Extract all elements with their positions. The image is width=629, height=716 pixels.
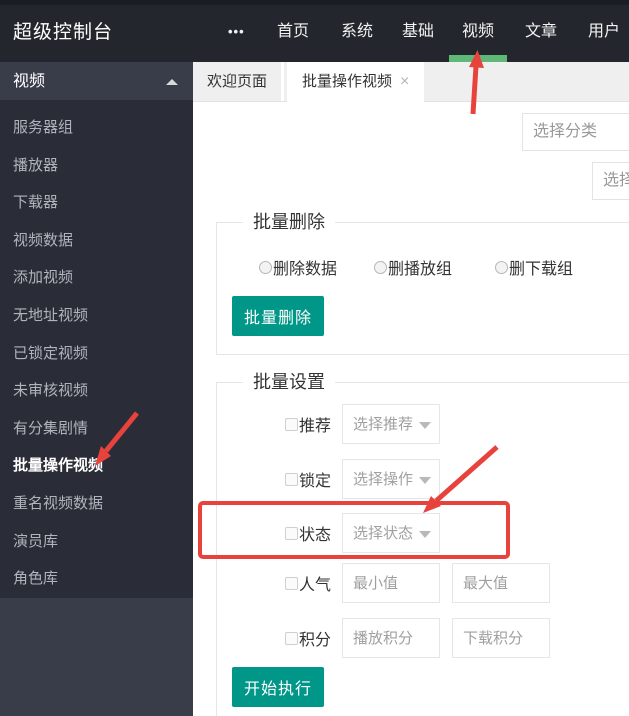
topnav-item-video[interactable]: 视频 xyxy=(462,0,494,62)
sidebar-submenu: 服务器组 播放器 下载器 视频数据 添加视频 无地址视频 已锁定视频 未审核视频… xyxy=(0,100,193,598)
caret-up-icon xyxy=(166,79,178,85)
sidebar-item-player[interactable]: 播放器 xyxy=(0,147,193,185)
download-points-input[interactable] xyxy=(452,618,550,658)
batch-delete-title: 批量删除 xyxy=(243,211,335,233)
batch-delete-button[interactable]: 批量删除 xyxy=(232,296,324,336)
sidebar-item-add-video[interactable]: 添加视频 xyxy=(0,259,193,297)
secondary-select-input[interactable] xyxy=(592,162,629,200)
radio-icon[interactable] xyxy=(374,261,387,274)
radio-label: 删下载组 xyxy=(509,255,573,279)
more-menu-icon[interactable]: ••• xyxy=(228,0,245,62)
sidebar-item-server-group[interactable]: 服务器组 xyxy=(0,109,193,147)
select-placeholder: 选择状态 xyxy=(353,525,413,542)
top-edge-strip xyxy=(0,0,629,5)
row-recommend: 推荐 选择推荐 xyxy=(285,404,440,444)
row-popularity: 人气 xyxy=(285,563,550,603)
start-execute-button[interactable]: 开始执行 xyxy=(232,667,324,707)
radio-icon[interactable] xyxy=(495,261,508,274)
status-select[interactable]: 选择状态 xyxy=(342,513,440,553)
batch-delete-section: 批量删除 删除数据 删播放组 删下载组 批量删除 xyxy=(216,222,629,355)
caret-down-icon xyxy=(419,477,431,484)
row-label: 锁定 xyxy=(299,467,331,491)
tab-batch-operate-video[interactable]: 批量操作视频 × xyxy=(287,62,424,103)
points-checkbox[interactable] xyxy=(285,632,298,645)
radio-label: 删除数据 xyxy=(273,255,337,279)
sidebar-item-unreviewed-video[interactable]: 未审核视频 xyxy=(0,372,193,410)
caret-down-icon xyxy=(419,531,431,538)
row-label: 积分 xyxy=(299,626,331,650)
status-checkbox[interactable] xyxy=(285,527,298,540)
batch-delete-radio-row: 删除数据 删播放组 删下载组 xyxy=(259,255,573,279)
sidebar-item-downloader[interactable]: 下载器 xyxy=(0,184,193,222)
admin-console-page: 超级控制台 ••• 首页 系统 基础 视频 文章 用户 视频 服务器组 播放器 … xyxy=(0,0,629,716)
recommend-select[interactable]: 选择推荐 xyxy=(342,404,440,444)
brand-title: 超级控制台 xyxy=(13,0,113,62)
sidebar-group-video[interactable]: 视频 xyxy=(0,62,193,100)
category-select-input[interactable] xyxy=(522,113,629,151)
sidebar-item-actor-library[interactable]: 演员库 xyxy=(0,523,193,561)
max-value-input[interactable] xyxy=(452,563,550,603)
recommend-checkbox[interactable] xyxy=(285,418,298,431)
select-placeholder: 选择操作 xyxy=(353,471,413,488)
row-label: 状态 xyxy=(299,521,331,545)
topnav-item-basic[interactable]: 基础 xyxy=(402,0,434,62)
sidebar-group-label: 视频 xyxy=(13,73,45,90)
sidebar-item-role-library[interactable]: 角色库 xyxy=(0,560,193,598)
topnav-item-home[interactable]: 首页 xyxy=(277,0,309,62)
batch-set-section: 批量设置 推荐 选择推荐 锁定 选择操作 状态 选择状态 xyxy=(216,382,629,716)
min-value-input[interactable] xyxy=(342,563,440,603)
row-status: 状态 选择状态 xyxy=(285,513,440,553)
topbar: 超级控制台 ••• 首页 系统 基础 视频 文章 用户 xyxy=(0,0,629,62)
play-points-input[interactable] xyxy=(342,618,440,658)
tab-label: 批量操作视频 xyxy=(302,73,392,90)
radio-delete-data[interactable]: 删除数据 xyxy=(259,255,337,279)
lock-select[interactable]: 选择操作 xyxy=(342,459,440,499)
topnav-item-article[interactable]: 文章 xyxy=(525,0,557,62)
radio-delete-play-group[interactable]: 删播放组 xyxy=(374,255,452,279)
sidebar-item-duplicate-video-data[interactable]: 重名视频数据 xyxy=(0,485,193,523)
sidebar-item-episode-plot[interactable]: 有分集剧情 xyxy=(0,410,193,448)
caret-down-icon xyxy=(419,422,431,429)
tabbar: 欢迎页面 批量操作视频 × xyxy=(193,62,629,102)
radio-label: 删播放组 xyxy=(388,255,452,279)
row-label: 人气 xyxy=(299,571,331,595)
sidebar-item-no-address-video[interactable]: 无地址视频 xyxy=(0,297,193,335)
radio-delete-download-group[interactable]: 删下载组 xyxy=(495,255,573,279)
row-lock: 锁定 选择操作 xyxy=(285,459,440,499)
tab-welcome[interactable]: 欢迎页面 xyxy=(193,62,284,101)
sidebar: 视频 服务器组 播放器 下载器 视频数据 添加视频 无地址视频 已锁定视频 未审… xyxy=(0,62,193,716)
topnav-item-system[interactable]: 系统 xyxy=(341,0,373,62)
sidebar-item-batch-operate-video[interactable]: 批量操作视频 xyxy=(0,447,193,485)
radio-icon[interactable] xyxy=(259,261,272,274)
close-icon[interactable]: × xyxy=(400,62,409,102)
sidebar-item-locked-video[interactable]: 已锁定视频 xyxy=(0,335,193,373)
row-points: 积分 xyxy=(285,618,550,658)
batch-set-title: 批量设置 xyxy=(243,371,335,393)
row-label: 推荐 xyxy=(299,412,331,436)
popularity-checkbox[interactable] xyxy=(285,577,298,590)
lock-checkbox[interactable] xyxy=(285,473,298,486)
active-nav-underline xyxy=(449,55,507,62)
sidebar-item-video-data[interactable]: 视频数据 xyxy=(0,222,193,260)
select-placeholder: 选择推荐 xyxy=(353,416,413,433)
topnav-item-user[interactable]: 用户 xyxy=(588,0,620,62)
